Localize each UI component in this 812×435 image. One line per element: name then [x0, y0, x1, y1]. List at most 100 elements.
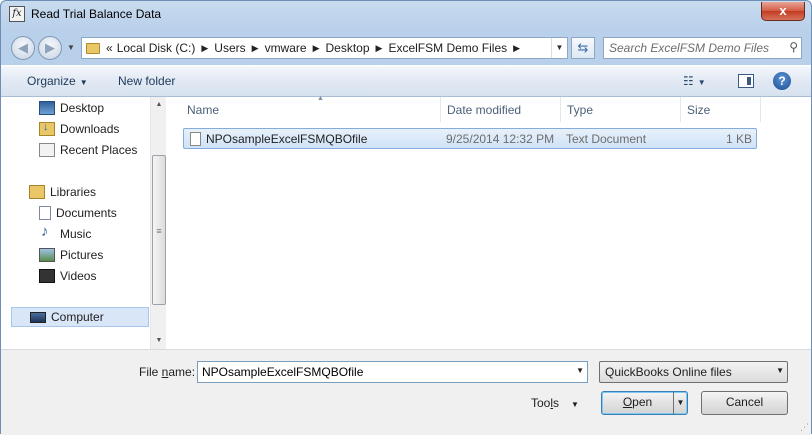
documents-icon [39, 206, 51, 220]
label-part: s [553, 396, 560, 410]
forward-button[interactable]: ▶ [38, 36, 62, 60]
file-type-value: QuickBooks Online files [605, 365, 732, 379]
scroll-up-icon[interactable]: ▲ [151, 97, 167, 113]
scroll-down-icon[interactable]: ▼ [151, 333, 167, 349]
computer-icon [30, 311, 46, 323]
navigation-pane: Desktop Downloads Recent Places Librarie… [1, 97, 166, 349]
breadcrumb-item[interactable]: Local Disk (C:) [117, 41, 196, 55]
title-bar[interactable]: fx Read Trial Balance Data x [1, 1, 811, 29]
table-row[interactable]: NPOsampleExcelFSMQBOfile 9/25/2014 12:32… [183, 128, 757, 149]
close-button[interactable]: x [761, 2, 805, 21]
breadcrumb-overflow[interactable]: « [106, 41, 113, 55]
music-icon [39, 223, 55, 241]
back-arrow-icon: ◀ [18, 40, 28, 55]
breadcrumb-separator-icon[interactable]: ▶ [313, 43, 320, 54]
new-folder-button[interactable]: New folder [118, 74, 175, 88]
folder-icon [86, 42, 100, 54]
chevron-down-icon: ▼ [776, 366, 784, 375]
recent-places-icon [39, 143, 55, 157]
label-accelerator: O [622, 395, 633, 409]
file-type-select[interactable]: QuickBooks Online files ▼ [599, 361, 788, 383]
nav-item-label: Libraries [50, 185, 97, 199]
label-part: pen [632, 395, 653, 409]
nav-item-label: Pictures [60, 248, 104, 262]
breadcrumb-separator-icon[interactable]: ▶ [201, 43, 208, 54]
label-part: File [139, 365, 162, 379]
text-document-icon [190, 131, 201, 146]
nav-item-label: Recent Places [60, 143, 138, 157]
downloads-icon [39, 121, 55, 136]
chevron-down-icon[interactable]: ▼ [576, 366, 584, 375]
libraries-icon [29, 185, 45, 199]
breadcrumb-item[interactable]: vmware [265, 41, 307, 55]
open-button[interactable]: Open ▼ [601, 391, 688, 415]
chevron-down-icon: ▼ [79, 78, 88, 87]
nav-pane-scrollbar[interactable]: ▲ ≡ ▼ [150, 97, 166, 349]
nav-item-label: Desktop [60, 101, 105, 115]
change-view-button[interactable]: ☷ ▼ [683, 74, 706, 88]
tools-button[interactable]: Tools ▼ [531, 396, 579, 410]
file-name-input[interactable] [198, 362, 570, 382]
desktop-icon [39, 101, 55, 115]
help-icon[interactable]: ? [773, 72, 791, 90]
file-name-label: File name: [139, 365, 195, 379]
videos-icon [39, 269, 55, 283]
scrollbar-thumb[interactable]: ≡ [152, 155, 166, 305]
nav-item-computer[interactable]: Computer [11, 307, 149, 327]
column-header-size[interactable]: Size [681, 97, 761, 122]
view-options-icon: ☷ [683, 74, 694, 88]
nav-item-label: Computer [51, 310, 104, 324]
command-toolbar: Organize ▼ New folder ☷ ▼ ? [1, 65, 811, 97]
breadcrumb-item[interactable]: Users [214, 41, 245, 55]
breadcrumb-separator-icon[interactable]: ▶ [376, 43, 383, 54]
breadcrumb-item[interactable]: ExcelFSM Demo Files [388, 41, 507, 55]
sort-ascending-icon: ▲ [317, 95, 324, 102]
label-part: ame: [168, 365, 196, 379]
file-list: ▲ Name Date modified Type Size NPOsample… [167, 95, 811, 349]
forward-arrow-icon: ▶ [45, 40, 55, 55]
dialog-window: fx Read Trial Balance Data x ◀ ▶ ▼ « Loc… [0, 0, 812, 435]
organize-label: Organize [27, 74, 76, 88]
navigation-bar: ◀ ▶ ▼ « Local Disk (C:) ▶ Users ▶ vmware… [1, 29, 811, 65]
resize-grip-icon[interactable]: ⋰ [800, 422, 809, 433]
file-type: Text Document [566, 132, 647, 146]
app-icon: fx [9, 6, 25, 22]
nav-item-label: Documents [56, 206, 117, 220]
breadcrumb-separator-icon[interactable]: ▶ [513, 43, 520, 54]
column-header-label: Name [187, 103, 220, 117]
label-part: Too [531, 396, 551, 410]
chevron-down-icon: ▼ [555, 43, 564, 52]
preview-pane-icon[interactable] [738, 74, 754, 88]
column-header-name[interactable]: ▲ Name [181, 95, 441, 122]
file-date-modified: 9/25/2014 12:32 PM [446, 132, 555, 146]
nav-item-label: Downloads [60, 122, 120, 136]
refresh-button[interactable]: ⇆ [571, 37, 595, 59]
refresh-icon: ⇆ [577, 40, 589, 55]
chevron-down-icon: ▼ [571, 400, 579, 409]
recent-locations-dropdown[interactable]: ▼ [67, 43, 75, 52]
address-dropdown-button[interactable]: ▼ [551, 38, 567, 58]
nav-item-label: Videos [60, 269, 97, 283]
open-label: Open [623, 395, 666, 409]
breadcrumb-item[interactable]: Desktop [326, 41, 370, 55]
search-input[interactable] [604, 38, 782, 58]
pictures-icon [39, 248, 55, 262]
chevron-down-icon: ▼ [697, 78, 706, 87]
breadcrumb-separator-icon[interactable]: ▶ [252, 43, 259, 54]
window-title: Read Trial Balance Data [31, 7, 162, 21]
search-box[interactable]: ⚲ [603, 37, 802, 59]
column-header-type[interactable]: Type [561, 97, 681, 122]
nav-item-label: Music [60, 227, 92, 241]
organize-button[interactable]: Organize ▼ [27, 74, 88, 88]
file-name-cell: NPOsampleExcelFSMQBOfile [190, 131, 367, 147]
open-options-dropdown[interactable]: ▼ [673, 392, 687, 414]
file-name-combobox[interactable]: ▼ [197, 361, 588, 383]
address-bar[interactable]: « Local Disk (C:) ▶ Users ▶ vmware ▶ Des… [81, 37, 568, 59]
file-size: 1 KB [725, 132, 752, 146]
dialog-footer: File name: ▼ QuickBooks Online files ▼ T… [1, 349, 811, 435]
back-button[interactable]: ◀ [11, 36, 35, 60]
search-icon[interactable]: ⚲ [789, 40, 798, 54]
cancel-button[interactable]: Cancel [701, 391, 788, 415]
browser-content: Desktop Downloads Recent Places Librarie… [1, 95, 811, 349]
column-header-date-modified[interactable]: Date modified [441, 97, 561, 122]
